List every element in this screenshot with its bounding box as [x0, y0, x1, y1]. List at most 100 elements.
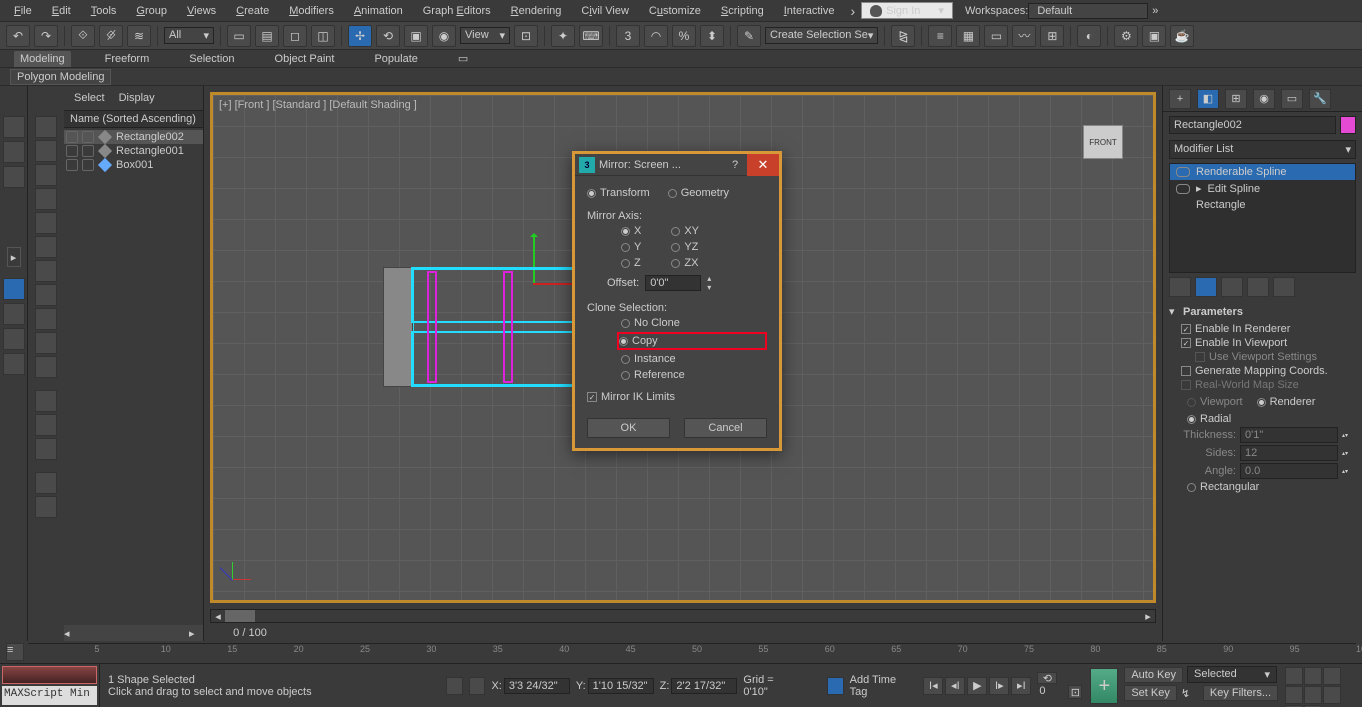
spinner-snap-button[interactable]: ⬍: [700, 25, 724, 47]
menu-overflow[interactable]: ›: [850, 3, 855, 19]
autokey-button[interactable]: Auto Key: [1124, 667, 1183, 683]
ribbon-tab-populate[interactable]: Populate: [368, 51, 423, 67]
next-frame-button[interactable]: I▸: [989, 677, 1009, 695]
redo-button[interactable]: ↷: [34, 25, 58, 47]
scene-tab-select[interactable]: Select: [72, 90, 107, 106]
viewcube[interactable]: FRONT: [1083, 125, 1123, 159]
filter-frozen[interactable]: [35, 356, 57, 378]
ribbon-tab-objectpaint[interactable]: Object Paint: [269, 51, 341, 67]
zoom-extents-button[interactable]: [1323, 667, 1341, 685]
pan-button[interactable]: [1323, 686, 1341, 704]
rad-axis-y[interactable]: Y: [621, 240, 641, 254]
y-coord-field[interactable]: 1'10 15/32": [588, 678, 654, 694]
viewport-label[interactable]: [+] [Front ] [Standard ] [Default Shadin…: [219, 99, 417, 111]
dialog-cancel-button[interactable]: Cancel: [684, 418, 767, 438]
dialog-titlebar[interactable]: 3 Mirror: Screen ... ? ✕: [575, 154, 779, 176]
freeze-icon[interactable]: [82, 145, 94, 157]
select-region-rect[interactable]: ◻: [283, 25, 307, 47]
ribbon-tab-modeling[interactable]: Modeling: [14, 51, 71, 67]
chk-enable-renderer[interactable]: Enable In Renderer: [1181, 322, 1352, 336]
angle-spinner[interactable]: 0.0: [1240, 463, 1338, 479]
filter-containers[interactable]: [35, 332, 57, 354]
cmd-tab-create[interactable]: +: [1169, 89, 1191, 109]
box-geometry[interactable]: [383, 267, 413, 387]
ref-coord-system[interactable]: View▾: [460, 27, 510, 44]
offset-spinner[interactable]: 0'0": [645, 275, 701, 291]
rail-btn-4[interactable]: [3, 303, 25, 325]
chk-use-viewport-settings[interactable]: Use Viewport Settings: [1181, 350, 1352, 364]
rad-radial[interactable]: Radial: [1181, 412, 1352, 426]
visibility-icon[interactable]: [66, 145, 78, 157]
scene-hscroll[interactable]: ◂▸: [64, 625, 203, 641]
modifier-row[interactable]: Renderable Spline: [1170, 164, 1355, 180]
scene-tab-display[interactable]: Display: [117, 90, 157, 106]
sort-desc[interactable]: [35, 496, 57, 518]
snap-toggle-button[interactable]: 3: [616, 25, 640, 47]
lock-selection-button[interactable]: [446, 677, 463, 695]
rad-transform[interactable]: Transform: [587, 186, 650, 200]
maxscript-mini-listener[interactable]: MAXScript Min: [2, 686, 97, 706]
make-unique-button[interactable]: [1221, 277, 1243, 297]
menu-animation[interactable]: Animation: [344, 3, 413, 19]
use-pivot-button[interactable]: ⊡: [514, 25, 538, 47]
menu-edit[interactable]: Edit: [42, 3, 81, 19]
cmd-tab-display[interactable]: ▭: [1281, 89, 1303, 109]
goto-start-button[interactable]: I◂: [923, 677, 943, 695]
dialog-ok-button[interactable]: OK: [587, 418, 670, 438]
selection-lock-indicator[interactable]: [2, 666, 97, 684]
menu-file[interactable]: File: [4, 3, 42, 19]
rail-btn-1[interactable]: [3, 116, 25, 138]
material-editor-button[interactable]: ◐: [1077, 25, 1101, 47]
edit-selection-set-button[interactable]: ✎: [737, 25, 761, 47]
modifier-row[interactable]: ▸Edit Spline: [1170, 180, 1355, 197]
play-button[interactable]: ▶: [967, 677, 987, 695]
curve-editor-button[interactable]: 〰: [1012, 25, 1036, 47]
signin-button[interactable]: Sign In▾: [861, 2, 953, 19]
render-setup-button[interactable]: ⚙: [1114, 25, 1138, 47]
show-end-result-button[interactable]: [1195, 277, 1217, 297]
menu-interactive[interactable]: Interactive: [774, 3, 845, 19]
tree-item[interactable]: Box001: [64, 158, 203, 172]
sort-asc[interactable]: [35, 472, 57, 494]
menu-modifiers[interactable]: Modifiers: [279, 3, 344, 19]
rail-btn-3[interactable]: [3, 166, 25, 188]
filter-cameras[interactable]: [35, 188, 57, 210]
cmd-tab-motion[interactable]: ◉: [1253, 89, 1275, 109]
track-scale[interactable]: 5101520253035404550556065707580859095100: [28, 643, 1356, 661]
mod-toggle-icon[interactable]: [1176, 184, 1190, 194]
select-scale-button[interactable]: ▣: [404, 25, 428, 47]
filter-geometry[interactable]: [35, 116, 57, 138]
rail-btn-sel[interactable]: [3, 278, 25, 300]
panel-handle[interactable]: ▸: [7, 247, 21, 267]
fov-button[interactable]: [1304, 686, 1322, 704]
menu-civilview[interactable]: Civil View: [571, 3, 639, 19]
select-rotate-button[interactable]: ⟲: [376, 25, 400, 47]
link-button[interactable]: ⟐: [71, 25, 95, 47]
menu-views[interactable]: Views: [177, 3, 226, 19]
filter-xrefs[interactable]: [35, 284, 57, 306]
dialog-help-button[interactable]: ?: [723, 159, 747, 171]
workspace-dropdown[interactable]: Default: [1028, 3, 1148, 19]
rail-btn-5[interactable]: [3, 328, 25, 350]
prev-frame-button[interactable]: ◂I: [945, 677, 965, 695]
rad-renderer[interactable]: Renderer: [1257, 395, 1316, 409]
viewport-hscroll[interactable]: ◂▸: [210, 609, 1156, 623]
percent-snap-button[interactable]: %: [672, 25, 696, 47]
time-config-button[interactable]: ⊡: [1068, 685, 1082, 699]
window-crossing-button[interactable]: ◫: [311, 25, 335, 47]
menu-create[interactable]: Create: [226, 3, 279, 19]
mirror-button[interactable]: ⧎: [891, 25, 915, 47]
ribbon-tab-selection[interactable]: Selection: [183, 51, 240, 67]
rollout-parameters-header[interactable]: ▾Parameters: [1169, 303, 1356, 320]
sides-spinner[interactable]: 12: [1240, 445, 1338, 461]
tree-item[interactable]: Rectangle002: [64, 130, 203, 144]
select-manipulate-button[interactable]: ✦: [551, 25, 575, 47]
angle-snap-button[interactable]: ◠: [644, 25, 668, 47]
thickness-spinner[interactable]: 0'1": [1240, 427, 1338, 443]
mod-toggle-icon[interactable]: [1176, 167, 1190, 177]
menu-group[interactable]: Group: [126, 3, 177, 19]
rad-geometry[interactable]: Geometry: [668, 186, 729, 200]
key-anchor-button[interactable]: ↯: [1181, 687, 1199, 700]
named-selection-set[interactable]: Create Selection Se▾: [765, 27, 878, 44]
rail-btn-6[interactable]: [3, 353, 25, 375]
